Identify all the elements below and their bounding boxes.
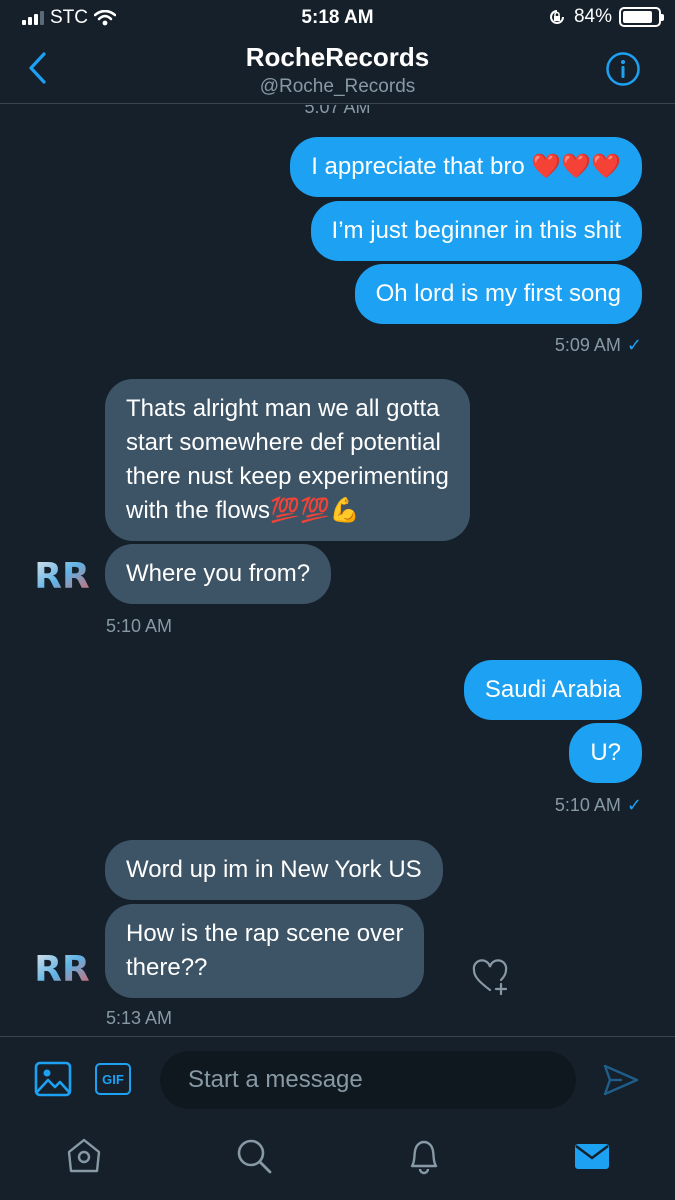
svg-text:RR: RR (34, 949, 89, 987)
message-timestamp: 5:10 AM ✓ (555, 795, 642, 816)
home-icon[interactable] (64, 1136, 104, 1176)
messages-icon[interactable] (572, 1136, 612, 1176)
message-bubble-outgoing[interactable]: Saudi Arabia (463, 660, 642, 720)
read-check-icon: ✓ (626, 795, 642, 815)
info-icon[interactable] (605, 51, 641, 87)
orientation-lock-icon (550, 10, 564, 24)
message-bubble-incoming[interactable]: Where you from? (105, 544, 332, 604)
message-bubble-incoming[interactable]: Word up im in New York US (105, 840, 443, 900)
battery-icon (619, 7, 664, 27)
svg-text:RR: RR (34, 556, 89, 594)
message-timestamp: 5:09 AM ✓ (555, 335, 642, 356)
message-bubble-outgoing[interactable]: U? (569, 723, 642, 783)
battery-info: 84% (547, 6, 664, 28)
bottom-navigation (0, 1122, 675, 1200)
message-bubble-outgoing[interactable]: I appreciate that bro ❤️❤️❤️ (290, 137, 642, 197)
battery-percent: 84% (573, 6, 612, 27)
conversation-title[interactable]: RocheRecords (0, 42, 675, 73)
timestamp-text: 5:10 AM (554, 795, 621, 815)
message-composer: GIF (0, 1036, 675, 1122)
message-line: there nust keep experimenting (126, 463, 449, 490)
message-line: with the flows💯💯💪 (126, 497, 360, 524)
message-bubble-outgoing[interactable]: Oh lord is my first song (354, 264, 642, 324)
sender-avatar[interactable]: RR (34, 947, 90, 987)
message-input[interactable] (160, 1051, 576, 1109)
notifications-icon[interactable] (404, 1136, 444, 1176)
gif-button[interactable]: GIF (95, 1063, 131, 1095)
timestamp: 5:07 AM (304, 105, 371, 117)
message-thread: 5:07 AM I appreciate that bro ❤️❤️❤️ I’m… (0, 105, 675, 1035)
message-timestamp: 5:13 AM (106, 1008, 173, 1028)
conversation-header: RocheRecords @Roche_Records (0, 36, 675, 104)
message-line: Thats alright man we all gotta (126, 395, 440, 422)
read-check-icon: ✓ (626, 335, 642, 355)
send-icon[interactable] (602, 1063, 640, 1097)
message-timestamp: 5:10 AM (106, 616, 173, 636)
status-bar: STC 5:18 AM 84% (0, 0, 675, 36)
conversation-handle[interactable]: @Roche_Records (0, 76, 675, 98)
message-line: start somewhere def potential (126, 429, 441, 456)
image-icon[interactable] (34, 1061, 72, 1097)
search-icon[interactable] (234, 1136, 274, 1176)
timestamp-text: 5:09 AM (554, 335, 621, 355)
sender-avatar[interactable]: RR (34, 554, 90, 594)
heart-plus-icon[interactable] (470, 957, 510, 997)
message-line: How is the rap scene over (126, 920, 404, 947)
message-bubble-incoming[interactable]: How is the rap scene over there?? (105, 904, 425, 998)
message-bubble-outgoing[interactable]: I’m just beginner in this shit (310, 201, 642, 261)
message-line: there?? (126, 954, 208, 981)
message-bubble-incoming[interactable]: Thats alright man we all gotta start som… (105, 379, 470, 541)
